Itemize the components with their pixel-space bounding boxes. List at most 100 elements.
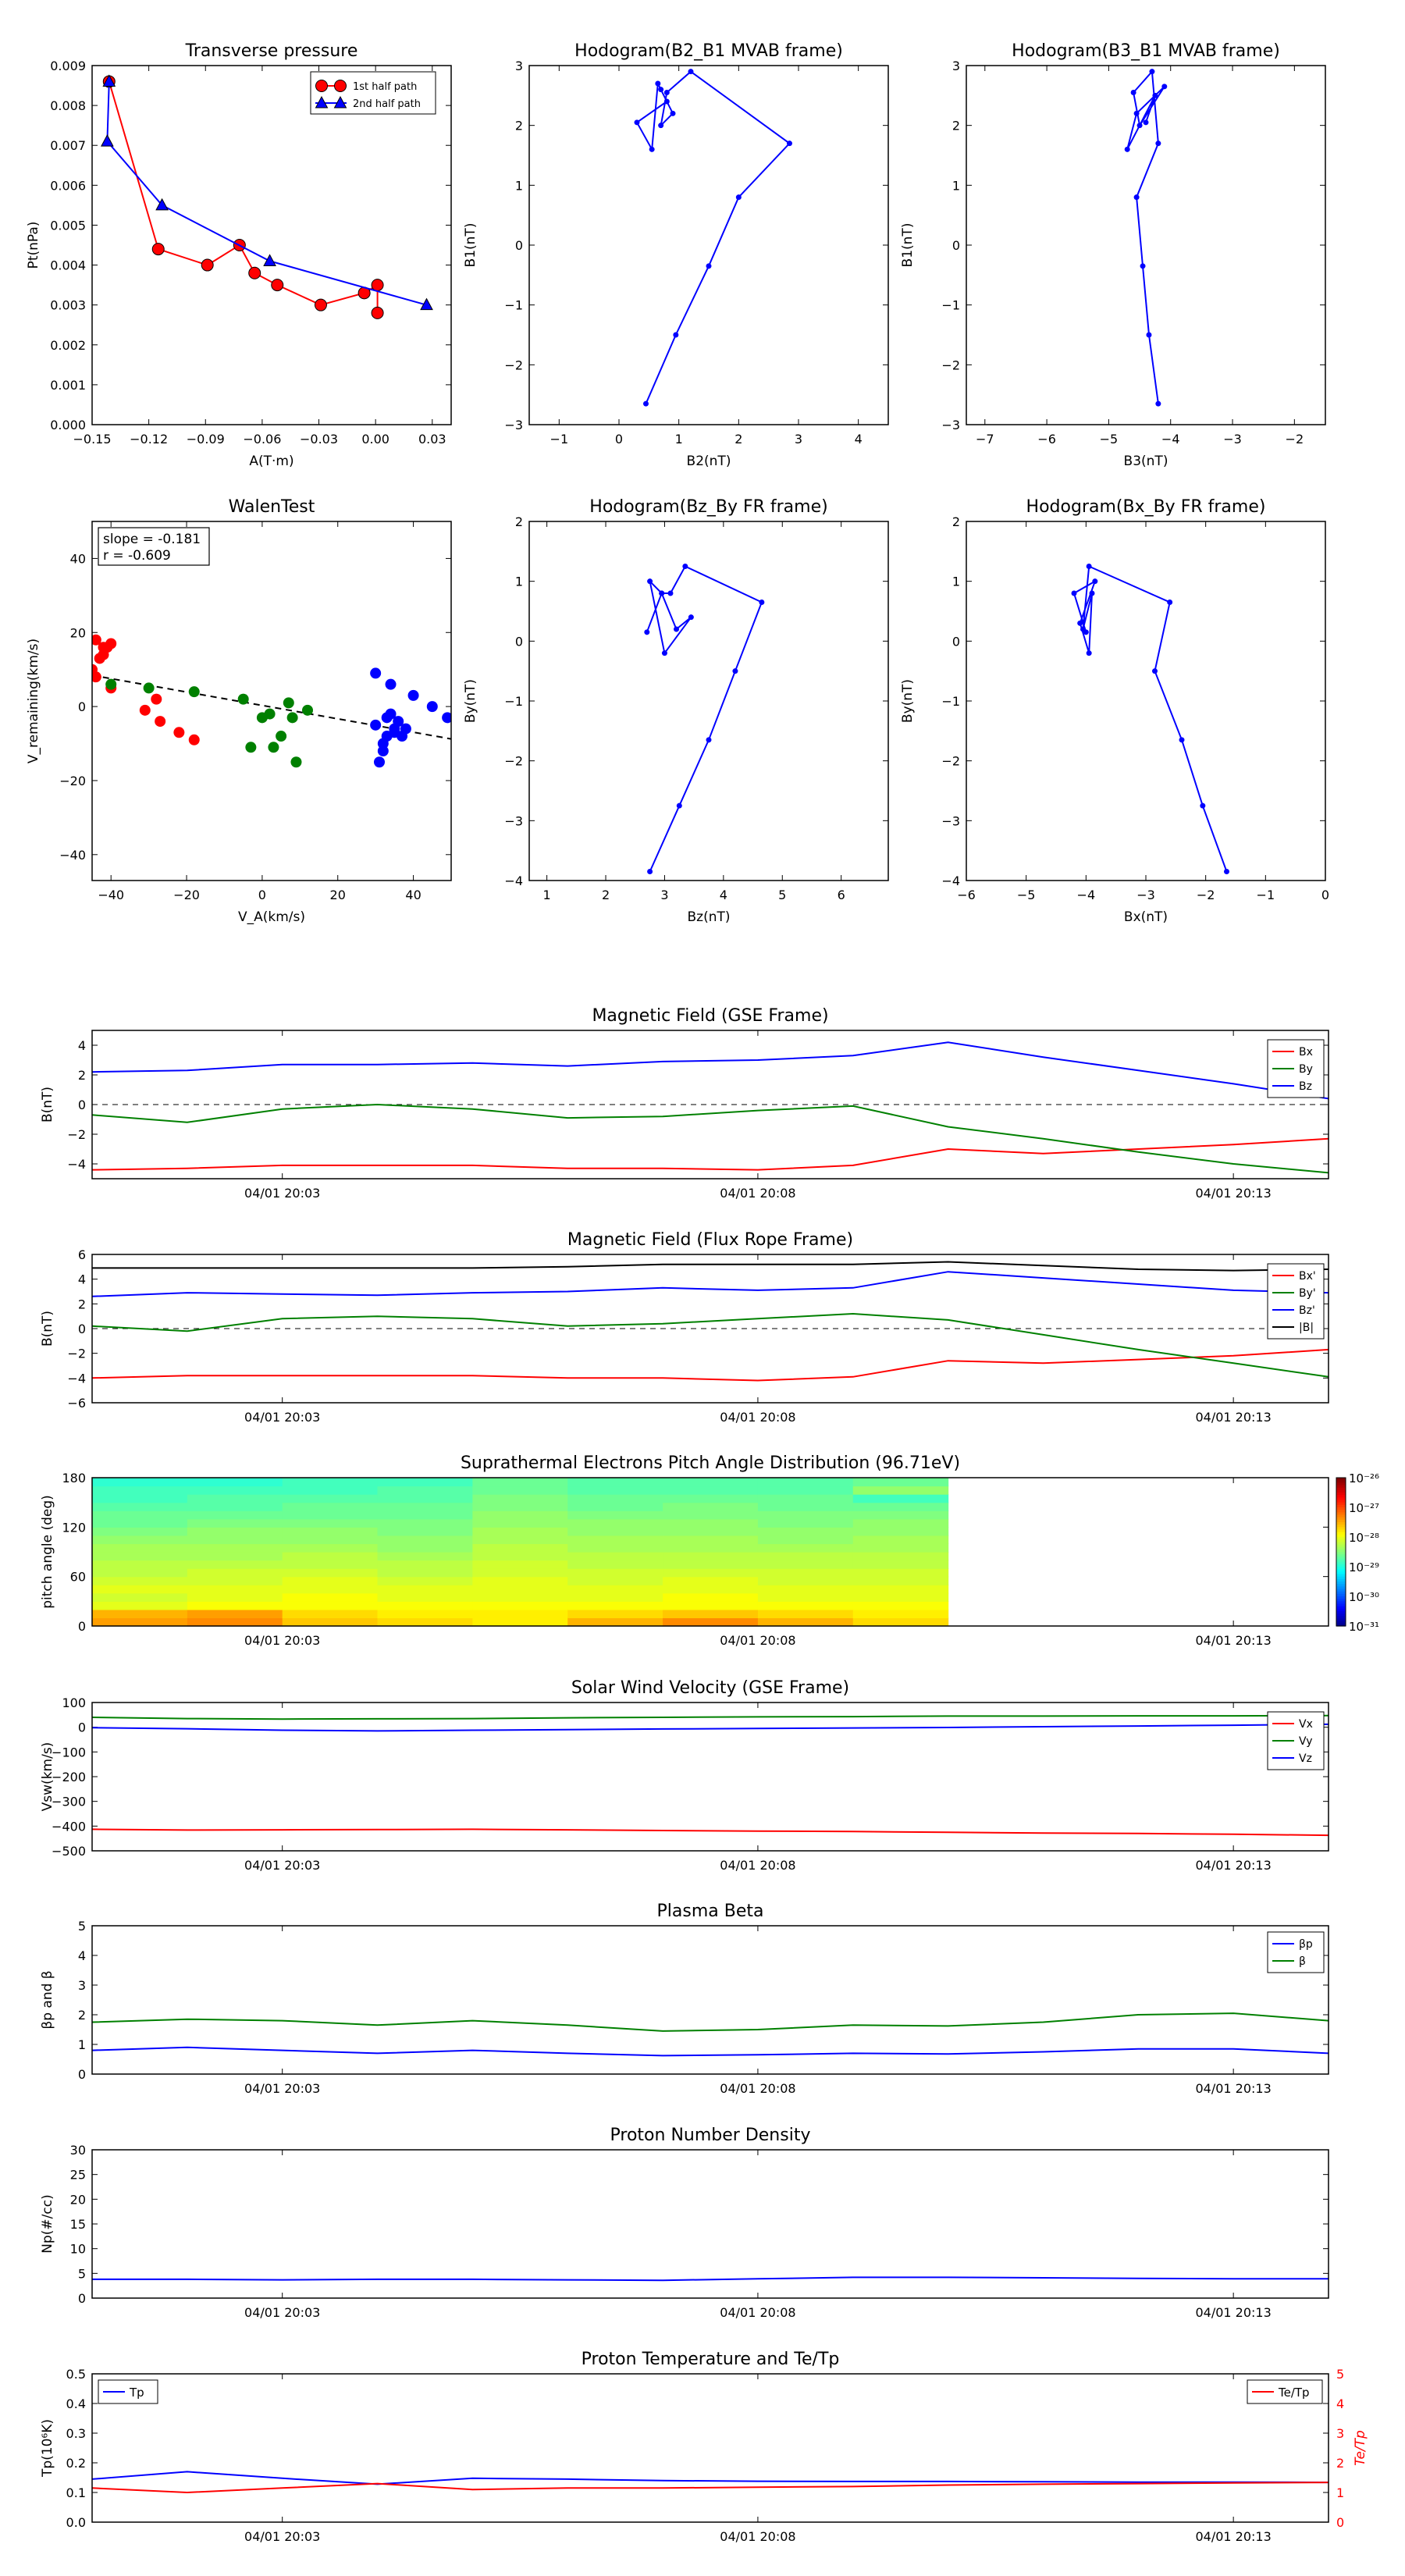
colorbar-tick-label: 10⁻²⁸ (1349, 1531, 1379, 1545)
chart-title: Hodogram(Bx_By FR frame) (1026, 497, 1266, 517)
x-axis-label: Bz(nT) (687, 909, 730, 925)
heatmap-cell (282, 1568, 379, 1578)
y-tick-label: 40 (70, 551, 86, 566)
data-point (237, 693, 249, 705)
data-point (673, 332, 679, 338)
x-tick-label: 04/01 20:13 (1195, 1633, 1271, 1648)
x-tick-label: 04/01 20:03 (244, 2305, 320, 2320)
heatmap-cell (377, 1543, 473, 1553)
heatmap-cell (187, 1543, 283, 1553)
x-axis-label: B3(nT) (1124, 454, 1168, 469)
heatmap-cell (472, 1494, 568, 1503)
legend-label: Vz (1299, 1752, 1312, 1765)
data-point (385, 708, 397, 720)
heatmap-cell (377, 1560, 473, 1569)
heatmap-cell (92, 1527, 188, 1536)
y-tick-label: −1 (504, 694, 523, 709)
heatmap-cell (567, 1552, 663, 1561)
data-point (658, 123, 664, 129)
y-tick-label: 15 (70, 2217, 86, 2232)
y-tick-label: 20 (70, 2192, 86, 2207)
heatmap-cell (757, 1502, 854, 1511)
y-axis-label: B(nT) (40, 1311, 55, 1347)
plot-frame (91, 1925, 1329, 2075)
y-axis-label: Pt(nPa) (26, 222, 41, 269)
y2-tick-label: 2 (1336, 2456, 1344, 2471)
y-tick-label: 2 (515, 514, 523, 529)
y-tick-label: 1 (515, 575, 523, 589)
y-tick-label: 4 (78, 1038, 86, 1053)
heatmap-cell (282, 1510, 379, 1520)
data-point (1089, 590, 1095, 596)
heatmap-cell (663, 1502, 759, 1511)
heatmap-cell (757, 1552, 854, 1561)
data-point (268, 742, 279, 753)
data-point (302, 704, 313, 716)
y-tick-label: 0 (78, 699, 86, 714)
chart-title: Suprathermal Electrons Pitch Angle Distr… (461, 1453, 960, 1473)
heatmap-cell (852, 1560, 949, 1569)
x-tick-label: 04/01 20:08 (720, 2081, 795, 2096)
heatmap-cell (187, 1568, 283, 1578)
heatmap-cell (92, 1518, 188, 1528)
x-tick-label: 04/01 20:08 (720, 2529, 795, 2544)
data-point (674, 626, 680, 632)
data-point (1092, 578, 1098, 585)
y-tick-label: 4 (78, 1272, 86, 1287)
y-axis-label: pitch angle (deg) (40, 1495, 55, 1609)
y-tick-label: −1 (941, 298, 960, 313)
heatmap-cell (472, 1592, 568, 1602)
y2-tick-label: 1 (1336, 2485, 1344, 2500)
heatmap-cell (282, 1585, 379, 1594)
heatmap-cell (92, 1601, 188, 1610)
heatmap-cell (187, 1485, 283, 1495)
x-tick-label: 04/01 20:13 (1195, 1186, 1271, 1201)
heatmap-cell (852, 1527, 949, 1536)
chart-timeseries-11: Proton Number Density 04/01 20:03 04/01 20… (40, 2126, 1329, 2320)
data-point (1155, 400, 1161, 407)
heatmap-cell (377, 1576, 473, 1585)
x-tick-label: −3 (1223, 432, 1242, 447)
heatmap-cell (472, 1560, 568, 1569)
y-tick-label: 0 (78, 2067, 86, 2082)
heatmap-cell (663, 1609, 759, 1619)
series-line-0 (92, 1348, 1329, 1382)
data-point (105, 678, 117, 690)
heatmap-cell (282, 1485, 379, 1495)
y-tick-label: −3 (504, 418, 523, 432)
legend-label: Vy (1299, 1735, 1313, 1748)
x-tick-label: −0.15 (73, 432, 111, 447)
heatmap-cell (92, 1510, 188, 1520)
data-point (1071, 590, 1077, 596)
plot-frame (91, 521, 452, 881)
heatmap-cell (377, 1502, 473, 1511)
heatmap-cell (282, 1527, 379, 1536)
data-point (787, 141, 792, 147)
y2-tick-label: 4 (1336, 2396, 1344, 2411)
heatmap-cell (472, 1543, 568, 1553)
series-line-0 (92, 1137, 1329, 1171)
data-point (276, 731, 287, 742)
series-line-1 (106, 81, 427, 306)
data-point (1155, 141, 1161, 147)
heatmap-cell (282, 1560, 379, 1569)
y-tick-label: 0.005 (50, 218, 86, 233)
data-point (1143, 119, 1149, 126)
x-tick-label: 04/01 20:13 (1195, 2081, 1271, 2096)
y-tick-label: 0.003 (50, 298, 86, 313)
series-line-2 (92, 1271, 1329, 1297)
series-group (92, 2012, 1329, 2057)
y-tick-label: 1 (952, 178, 960, 193)
legend-label: 2nd half path (353, 98, 421, 110)
data-point (283, 697, 294, 709)
colorbar-tick-label: 10⁻²⁹ (1349, 1560, 1379, 1574)
y-tick-label: −200 (52, 1770, 86, 1784)
colorbar-tick-label: 10⁻³¹ (1349, 1620, 1379, 1634)
heatmap-cell (663, 1592, 759, 1602)
data-point (670, 110, 676, 116)
data-point (385, 678, 397, 690)
heatmap-cell (472, 1502, 568, 1511)
x-tick-label: 6 (838, 888, 845, 902)
heatmap-cell (567, 1502, 663, 1511)
x-tick-label: 1 (675, 432, 683, 447)
